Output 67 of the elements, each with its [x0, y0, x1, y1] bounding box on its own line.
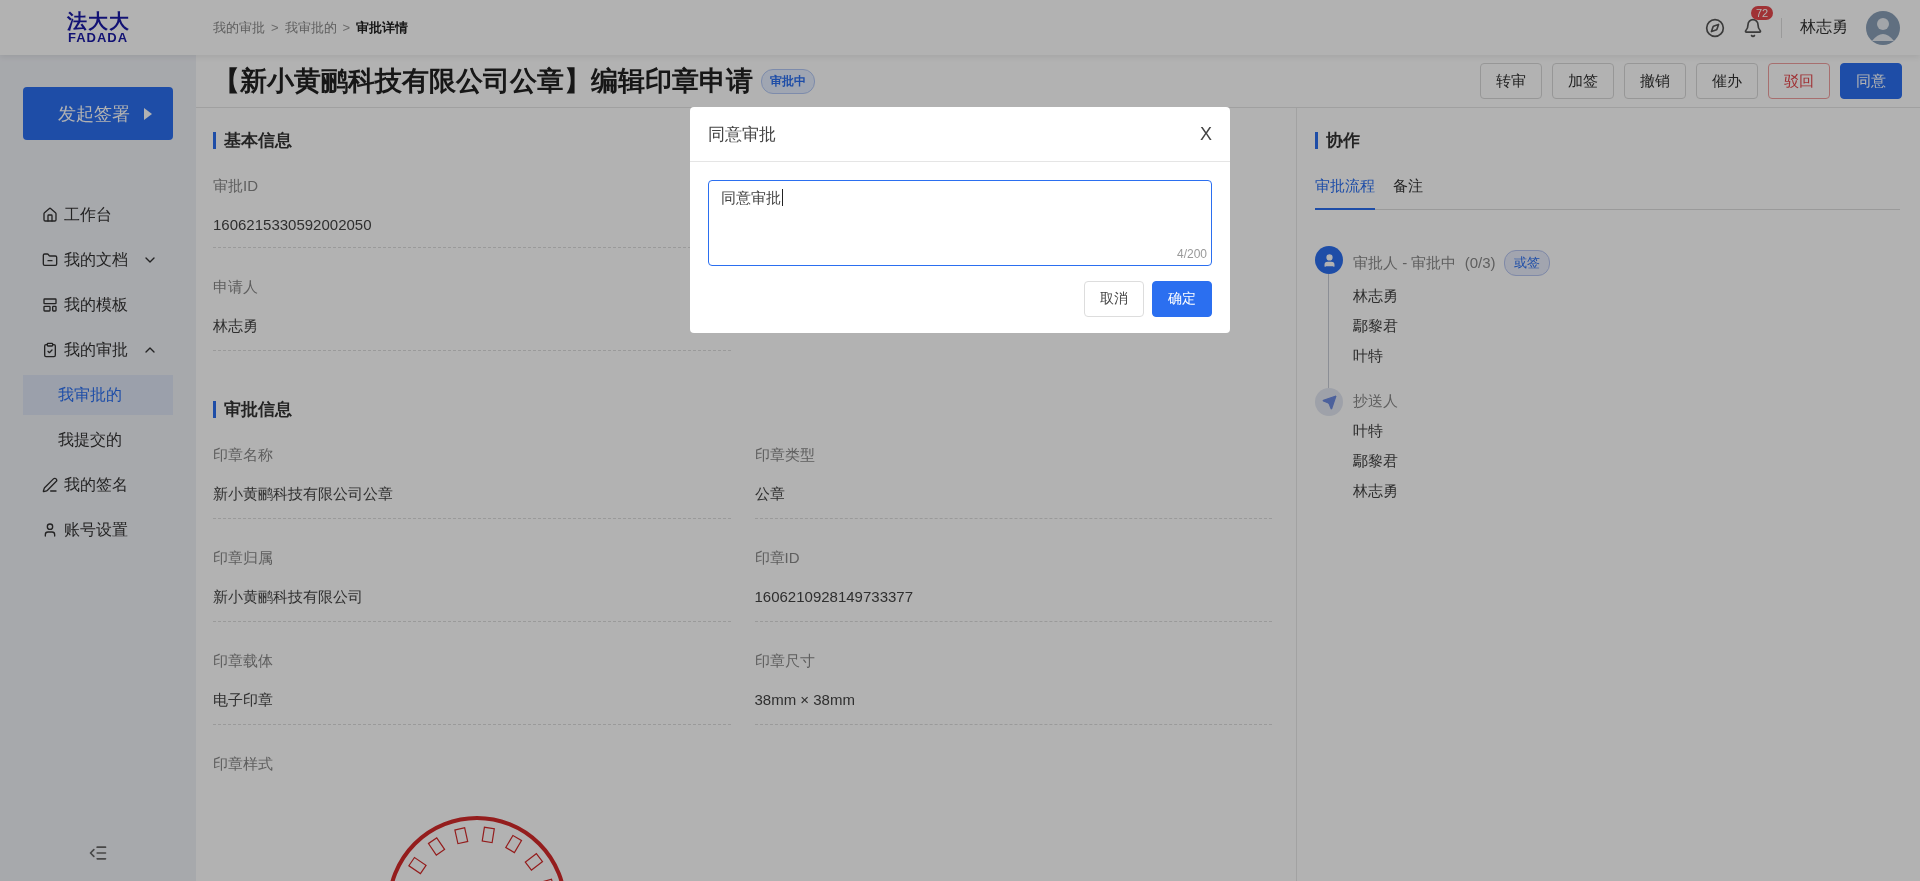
- collapse-icon[interactable]: [88, 843, 108, 863]
- person-name: 鄢黎君: [1353, 317, 1399, 336]
- field-value: 电子印章: [213, 691, 274, 710]
- home-icon: [42, 207, 58, 223]
- sidebar-item[interactable]: 我提交的: [23, 420, 173, 460]
- compass-icon[interactable]: [1705, 17, 1725, 38]
- user-icon: [42, 522, 58, 538]
- field-value: 38mm × 38mm: [754, 691, 856, 708]
- pen-icon: [42, 477, 58, 493]
- comment-field[interactable]: 同意审批 4/200: [708, 180, 1212, 266]
- action-button[interactable]: 催办: [1696, 63, 1758, 99]
- field-label: 印章尺寸: [754, 652, 816, 671]
- field-value: 公章: [754, 485, 786, 504]
- person-name: 鄢黎君: [1353, 452, 1398, 471]
- template-icon: [42, 297, 58, 313]
- field-label: 印章归属: [213, 549, 274, 568]
- field-label: 审批ID: [213, 177, 259, 196]
- step-title: 审批人 - 审批中 (0/3): [1353, 253, 1496, 273]
- user-name[interactable]: 林志勇: [1800, 17, 1848, 38]
- field-label: 印章样式: [213, 755, 274, 774]
- sidebar-item[interactable]: 我的模板: [23, 285, 173, 325]
- field-value: 新小黄鹂科技有限公司公章: [213, 485, 394, 504]
- status-tag: 审批中: [761, 68, 815, 94]
- section-title: 协作: [1315, 132, 1900, 149]
- sidebar-item[interactable]: 我的签名: [23, 465, 173, 505]
- dialog-button[interactable]: 确定: [1152, 281, 1212, 317]
- field-value: 1606215330592002050: [213, 216, 373, 233]
- sidebar-item[interactable]: 我的审批: [23, 330, 173, 370]
- sidebar-item[interactable]: 账号设置: [23, 510, 173, 550]
- person-name: 叶特: [1353, 422, 1384, 441]
- action-button[interactable]: 转审: [1480, 63, 1542, 99]
- character-counter: 4/200: [1176, 247, 1207, 261]
- dialog-button[interactable]: 取消: [1084, 281, 1144, 317]
- action-button[interactable]: 撤销: [1624, 63, 1686, 99]
- sign-type-tag: 或签: [1503, 250, 1550, 276]
- sidebar-item[interactable]: 我的文档: [23, 240, 173, 280]
- logo[interactable]: 法大大 FADADA: [0, 11, 196, 44]
- breadcrumb-item: 审批详情: [356, 18, 409, 37]
- notification-badge: 72: [1751, 5, 1774, 20]
- caret-icon: [144, 107, 152, 120]
- clipboard-check-icon: [42, 342, 58, 358]
- person-name: 林志勇: [1353, 287, 1399, 306]
- step-title: 抄送人: [1353, 392, 1398, 411]
- field-value: 1606210928149733377: [754, 588, 914, 605]
- field-label: 印章ID: [754, 549, 801, 568]
- person-name: 林志勇: [1353, 482, 1398, 501]
- folder-icon: [42, 252, 58, 268]
- breadcrumb-separator: >: [342, 20, 351, 35]
- page-title: 【新小黄鹂科技有限公司公章】编辑印章申请: [213, 65, 753, 98]
- field-value: 林志勇: [213, 317, 259, 336]
- send-icon: [1315, 388, 1343, 416]
- breadcrumb-separator: >: [271, 20, 279, 35]
- field-label: 印章类型: [754, 446, 816, 465]
- field-label: 印章载体: [213, 652, 274, 671]
- field-label: 申请人: [213, 278, 259, 297]
- tab[interactable]: 审批流程: [1315, 177, 1375, 210]
- field-label: 印章名称: [213, 446, 274, 465]
- start-signing-button[interactable]: 发起签署: [23, 87, 173, 140]
- bell-icon[interactable]: [1743, 17, 1763, 38]
- user-icon: [1315, 246, 1343, 274]
- tab[interactable]: 备注: [1393, 177, 1423, 210]
- field-value: 新小黄鹂科技有限公司: [213, 588, 364, 607]
- action-button[interactable]: 同意: [1840, 63, 1902, 99]
- person-name: 叶特: [1353, 347, 1384, 366]
- action-button[interactable]: 加签: [1552, 63, 1614, 99]
- sidebar-item[interactable]: 工作台: [23, 195, 173, 235]
- section-title: 审批信息: [213, 401, 1272, 418]
